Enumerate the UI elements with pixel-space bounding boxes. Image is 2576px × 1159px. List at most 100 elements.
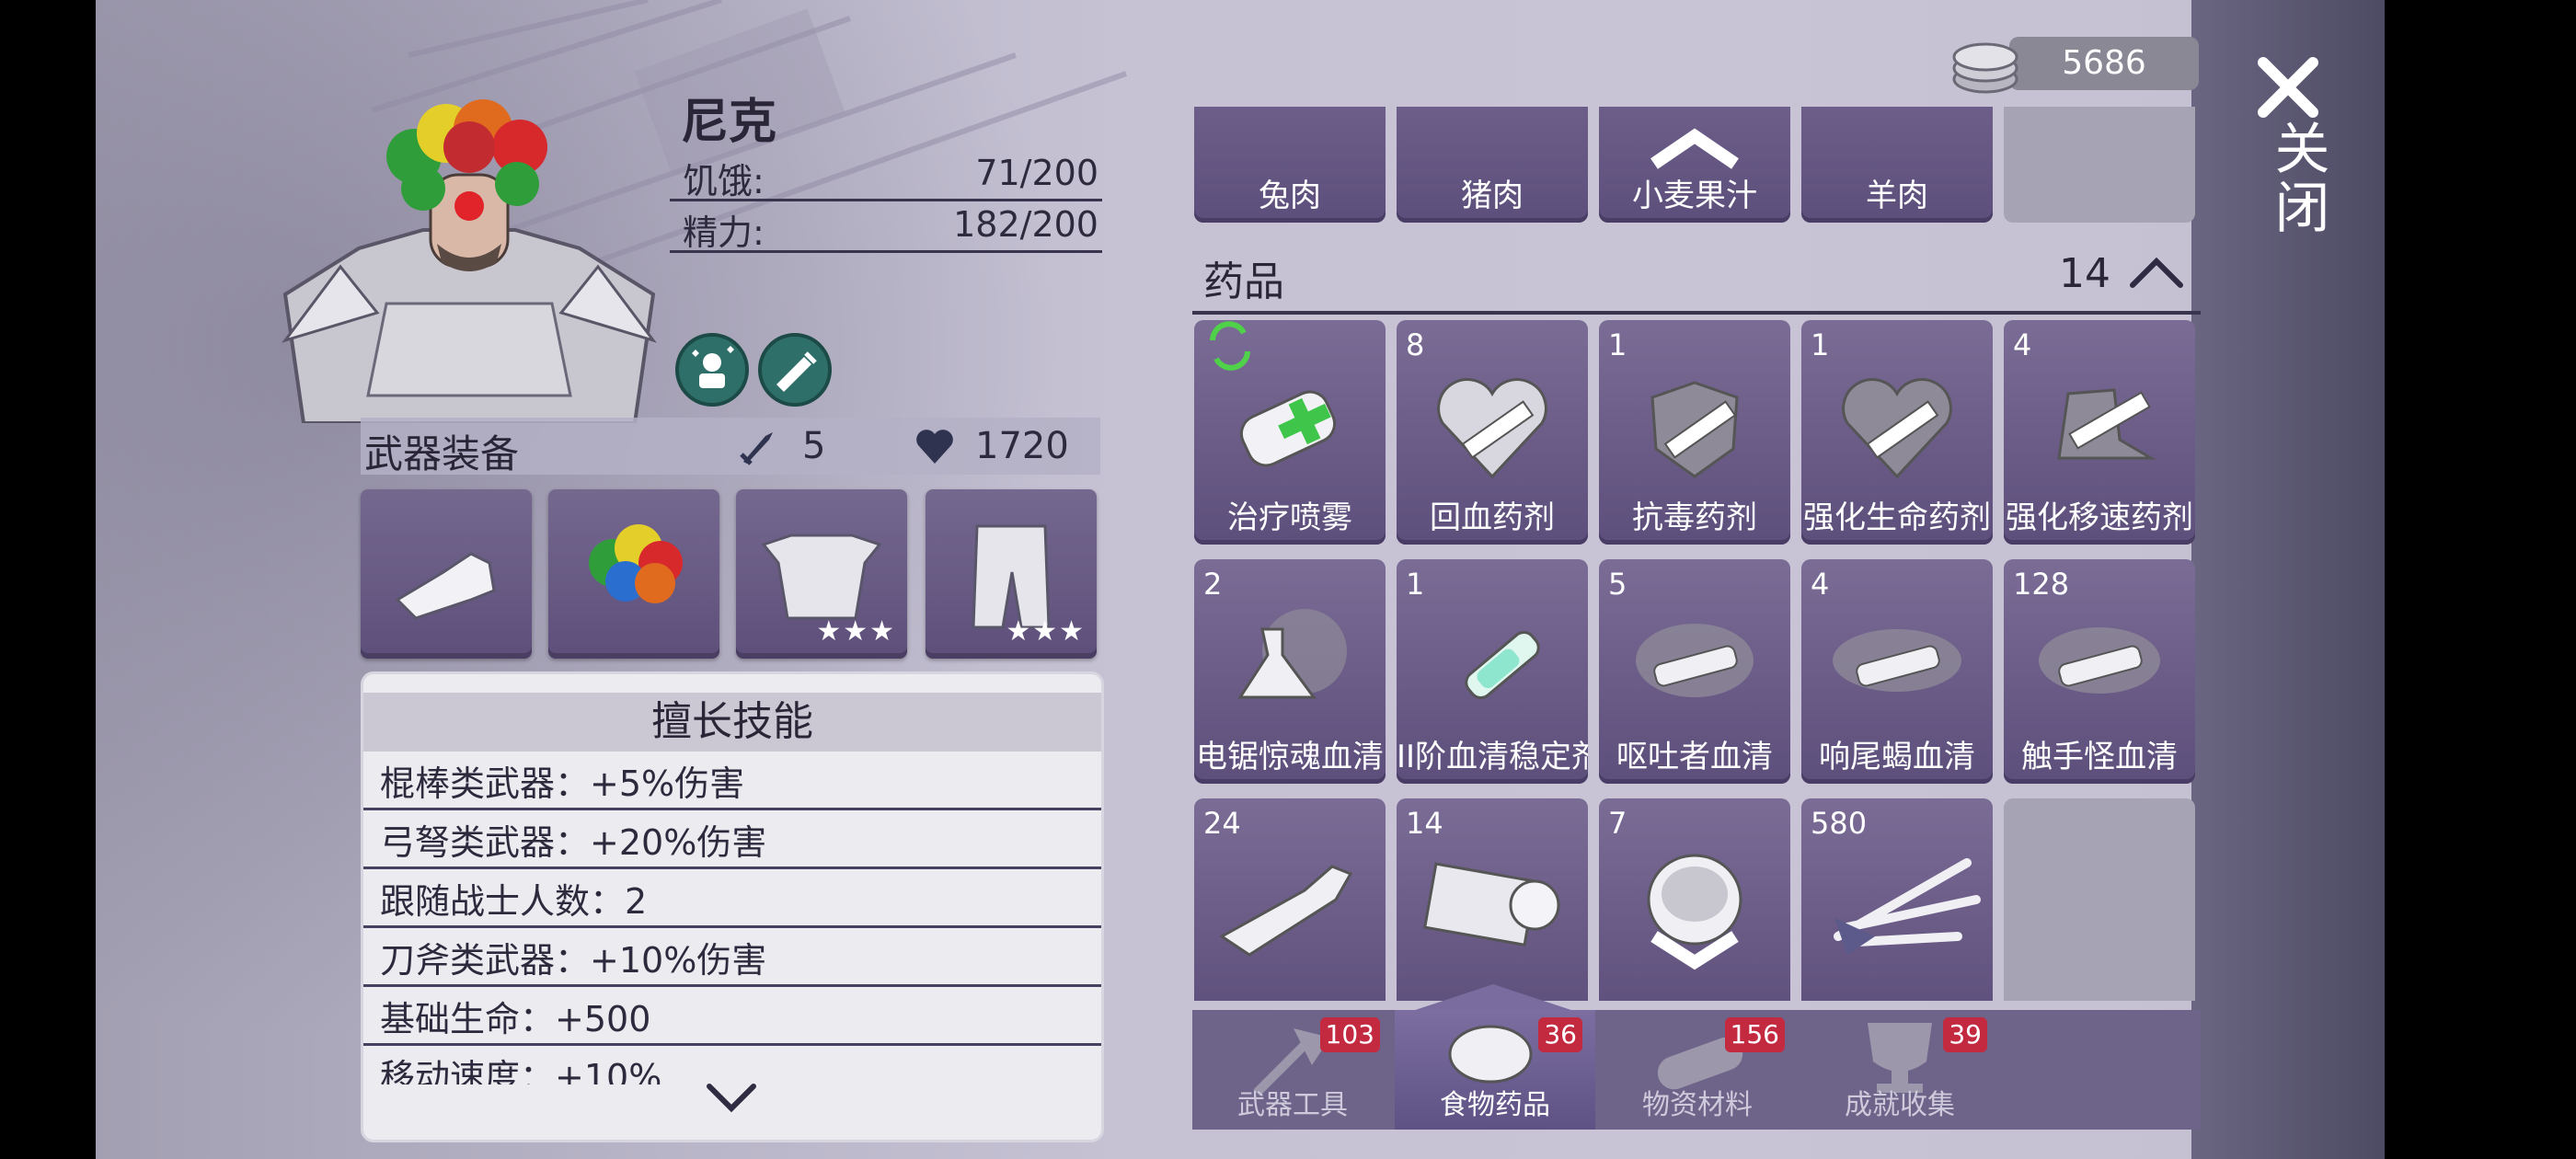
item-name: 治疗喷雾 xyxy=(1227,499,1352,536)
medicine-item[interactable]: 128 触手怪血清 xyxy=(2004,559,2195,784)
item-name: 抗毒药剂 xyxy=(1632,499,1757,536)
skill-row: 弓弩类武器：+20%伤害 xyxy=(363,814,1101,869)
equip-slot-legs[interactable]: ★★★ xyxy=(926,489,1097,659)
item-count: 4 xyxy=(2013,327,2032,362)
item-count: 580 xyxy=(1811,806,1868,841)
equip-slot-head[interactable] xyxy=(548,489,719,659)
tab-materials[interactable]: 156 物资材料 xyxy=(1597,1010,1798,1130)
medicine-item[interactable]: 1 抗毒药剂 xyxy=(1599,320,1790,545)
skill-row: 基础生命：+500 xyxy=(363,991,1101,1046)
equipment-title: 武器装备 xyxy=(364,431,520,476)
character-name: 尼克 xyxy=(681,95,777,150)
medicine-title: 药品 xyxy=(1203,258,1284,305)
medicine-grid: 治疗喷雾 8 回血药剂 1 抗毒药剂 1 强化生命药剂 4 强化移速药剂 2 电… xyxy=(1192,320,2204,1001)
close-label[interactable]: 关闭 xyxy=(2247,120,2329,237)
medicine-item[interactable]: 8 回血药剂 xyxy=(1397,320,1588,545)
medicine-item[interactable]: 580 草药 xyxy=(1801,798,1993,1001)
item-count: 8 xyxy=(1406,327,1425,362)
item-name: 强化生命药剂 xyxy=(1803,499,1991,536)
tab-label: 食物药品 xyxy=(1440,1089,1550,1121)
medicine-item[interactable]: 2 电锯惊魂血清 xyxy=(1194,559,1386,784)
medicine-count: 14 xyxy=(2059,250,2110,297)
medicine-item[interactable]: 治疗喷雾 xyxy=(1194,320,1386,545)
tab-label: 成就收集 xyxy=(1845,1089,1955,1121)
item-name: 小麦果汁 xyxy=(1632,178,1757,214)
skills-panel[interactable]: 擅长技能 棍棒类武器：+5%伤害 弓弩类武器：+20%伤害 跟随战士人数：2 刀… xyxy=(361,671,1104,1142)
item-count: 14 xyxy=(1406,806,1443,841)
category-tabbar: 103 武器工具 36 食物药品 156 物资材料 39 成就收集 xyxy=(1192,1010,2201,1130)
item-name: 羊肉 xyxy=(1866,178,1928,214)
health-value: 1720 xyxy=(975,425,1069,467)
tab-badge: 39 xyxy=(1943,1017,1987,1052)
energy-label: 精力: xyxy=(683,212,765,253)
item-name: II阶血清稳定剂 xyxy=(1397,739,1588,775)
item-name: 强化移速药剂 xyxy=(2006,499,2193,536)
energy-value: 182/200 xyxy=(953,204,1098,245)
food-item[interactable]: 小麦果汁 xyxy=(1599,107,1790,223)
empty-slot xyxy=(2004,107,2195,223)
tab-achievements[interactable]: 39 成就收集 xyxy=(1800,1010,2000,1130)
tab-badge: 156 xyxy=(1724,1017,1785,1052)
item-count: 24 xyxy=(1203,806,1241,841)
hunger-value: 71/200 xyxy=(975,153,1098,193)
equip-stars: ★★★ xyxy=(1006,615,1086,648)
food-item[interactable]: 猪肉 xyxy=(1397,107,1588,223)
skill-row: 跟随战士人数：2 xyxy=(363,873,1101,928)
item-count: 1 xyxy=(1406,567,1425,602)
item-count: 1 xyxy=(1608,327,1627,362)
medicine-item[interactable]: 24 汽水 xyxy=(1194,798,1386,1001)
fist-icon xyxy=(395,552,496,620)
energy-stat: 精力: 182/200 xyxy=(670,201,1102,253)
item-count: 1 xyxy=(1811,327,1830,362)
item-count: 5 xyxy=(1608,567,1627,602)
food-item[interactable]: 羊肉 xyxy=(1801,107,1993,223)
herbal-bowl-icon xyxy=(1647,854,1742,970)
medicine-item[interactable]: 7 药汁 xyxy=(1599,798,1790,1001)
tab-label: 武器工具 xyxy=(1237,1089,1348,1121)
medicine-item[interactable]: 4 强化移速药剂 xyxy=(2004,320,2195,545)
medicine-item[interactable]: 4 响尾蝎血清 xyxy=(1801,559,1993,784)
tab-food-medicine[interactable]: 36 食物药品 xyxy=(1395,1010,1595,1130)
item-name: 电锯惊魂血清 xyxy=(1196,739,1384,775)
medicine-item[interactable]: 14 绷带 xyxy=(1397,798,1588,1001)
item-name: 响尾蝎血清 xyxy=(1819,739,1975,775)
game-screen: 关闭 尼克 饥饿: 71/200 精力: 182/200 武器装备 5 1720… xyxy=(0,0,2576,1159)
item-name: 兔肉 xyxy=(1259,178,1321,214)
equip-slot-body[interactable]: ★★★ xyxy=(736,489,907,659)
medicine-section-header[interactable]: 药品 14 xyxy=(1192,237,2201,315)
item-count: 128 xyxy=(2013,567,2070,602)
skill-row: 棍棒类武器：+5%伤害 xyxy=(363,755,1101,810)
medicine-item[interactable]: 1 II阶血清稳定剂 xyxy=(1397,559,1588,784)
item-name: 猪肉 xyxy=(1461,178,1524,214)
equipment-header: 武器装备 5 1720 xyxy=(361,418,1100,476)
sparkle-person-badge-icon[interactable] xyxy=(675,333,749,407)
rainbow-wig-icon xyxy=(589,524,683,603)
item-name: 回血药剂 xyxy=(1430,499,1555,536)
skill-row: 刀斧类武器：+10%伤害 xyxy=(363,932,1101,987)
food-row: 兔肉 猪肉 小麦果汁 羊肉 xyxy=(1192,107,2204,224)
skills-title: 擅长技能 xyxy=(363,693,1101,752)
food-item[interactable]: 兔肉 xyxy=(1194,107,1386,223)
equip-slot-weapon[interactable] xyxy=(361,489,532,659)
tab-label: 物资材料 xyxy=(1642,1089,1753,1121)
coin-counter: 5686 xyxy=(2009,37,2199,90)
item-count: 2 xyxy=(1203,567,1223,602)
chevron-down-icon[interactable] xyxy=(704,1079,759,1116)
letterbox-left xyxy=(0,0,96,1159)
medicine-item[interactable]: 1 强化生命药剂 xyxy=(1801,320,1993,545)
attack-value: 5 xyxy=(802,425,826,467)
letterbox-right xyxy=(2385,0,2576,1159)
heart-icon xyxy=(916,430,953,464)
hunger-stat: 饥饿: 71/200 xyxy=(670,149,1102,201)
empty-slot xyxy=(2004,798,2195,1001)
item-name: 触手怪血清 xyxy=(2021,739,2178,775)
tab-badge: 103 xyxy=(1319,1017,1380,1052)
tab-weapons-tools[interactable]: 103 武器工具 xyxy=(1192,1010,1393,1130)
medicine-item[interactable]: 5 呕吐者血清 xyxy=(1599,559,1790,784)
syringe-badge-icon[interactable] xyxy=(758,333,832,407)
chevron-up-icon[interactable] xyxy=(2129,254,2184,291)
tab-badge: 36 xyxy=(1538,1017,1582,1052)
close-panel[interactable]: 关闭 xyxy=(2191,0,2385,1159)
item-count: 7 xyxy=(1608,806,1627,841)
equip-stars: ★★★ xyxy=(816,615,896,648)
